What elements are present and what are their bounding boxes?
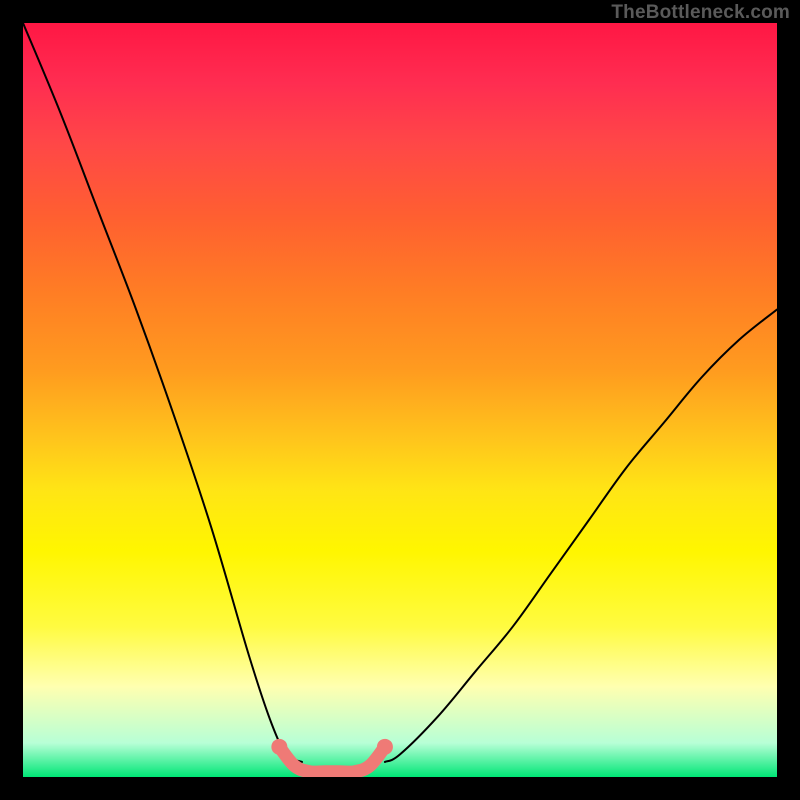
chart-stage: TheBottleneck.com xyxy=(0,0,800,800)
chart-gradient-background xyxy=(23,23,777,777)
watermark-text: TheBottleneck.com xyxy=(611,2,790,24)
